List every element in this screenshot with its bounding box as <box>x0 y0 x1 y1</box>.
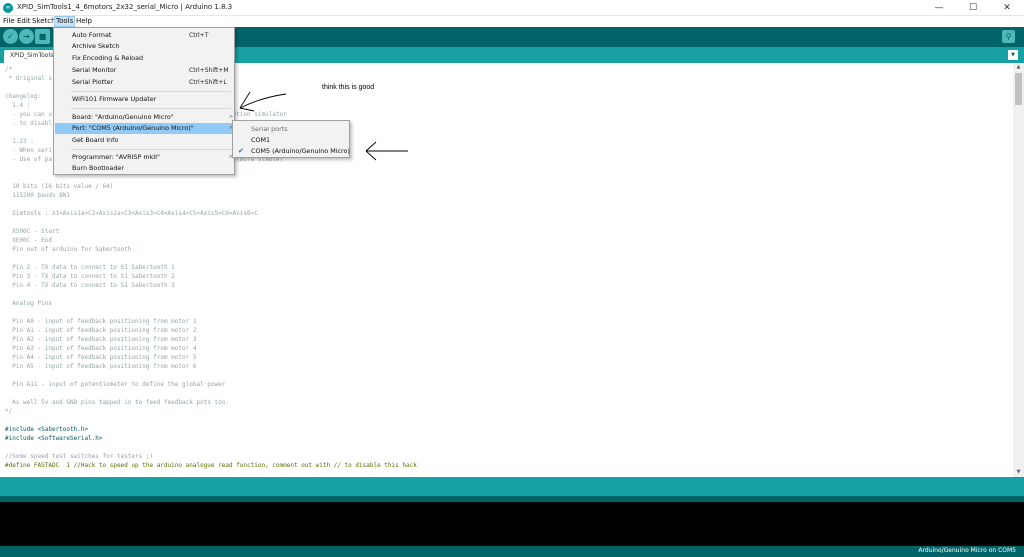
shortcut: Ctrl+Shift+L <box>189 79 227 86</box>
code-line: Pin 4 - TX data to connect to S1 Saberto… <box>5 282 175 289</box>
code-line: changelog: <box>5 93 42 100</box>
editor-console-divider[interactable] <box>0 477 1024 496</box>
menu-separator <box>71 149 231 150</box>
code-line: 10 bits (16 bits value / 64) <box>5 183 114 190</box>
menu-item-programmer[interactable]: Programmer: "AVRISP mkII"> <box>55 152 233 163</box>
code-line: Pin A11 - input of potentiometer to defi… <box>5 381 226 388</box>
code-line: As well 5v and GND pins tapped in to fee… <box>5 399 229 406</box>
code-line: Pin A5 - input of feedback positioning f… <box>5 363 197 370</box>
menu-item-archive-sketch[interactable]: Archive Sketch <box>55 41 233 52</box>
checkmark-icon: ✔ <box>238 147 244 155</box>
code-line: XE00C - End <box>5 237 52 244</box>
tab-sketch[interactable]: XPID_SimTools1 <box>4 50 56 63</box>
minimize-button[interactable]: — <box>922 0 956 16</box>
code-line: Pin A1 - input of feedback positioning f… <box>5 327 197 334</box>
menu-item-fix-encoding[interactable]: Fix Encoding & Reload <box>55 53 233 64</box>
menu-sketch[interactable]: Sketch <box>31 16 57 27</box>
status-bar: Arduino/Genuino Micro on COM5 <box>0 546 1024 557</box>
vertical-scrollbar[interactable]: ▲ ▼ <box>1013 63 1024 477</box>
code-line: - to disabl <box>5 120 52 127</box>
code-line: 1.23 : <box>5 138 34 145</box>
code-line: Simtools : X1<Axis1a>C2<Axis2a>C3<Axis3>… <box>5 210 258 217</box>
code-line: //Some speed test switches for testers ;… <box>5 453 154 460</box>
code-line: Pin 2 - TX data to connect to S1 Saberto… <box>5 264 175 271</box>
scroll-down-icon[interactable]: ▼ <box>1013 468 1024 477</box>
code-line: 1.4 : <box>5 102 31 109</box>
code-line: /* <box>5 66 13 73</box>
menu-item-port[interactable]: Port: "COM5 (Arduino/Genuino Micro)"> <box>55 123 233 134</box>
arduino-logo-icon: ∞ <box>3 3 13 13</box>
menu-item-wifi101-updater[interactable]: WiFi101 Firmware Updater <box>55 94 233 105</box>
code-line: - When seri <box>5 147 52 154</box>
scroll-up-icon[interactable]: ▲ <box>1013 63 1024 72</box>
serial-monitor-button[interactable]: ⚲ <box>1002 30 1015 43</box>
tab-menu-button[interactable]: ▼ <box>1008 50 1018 60</box>
shortcut: Ctrl+Shift+M <box>189 67 229 74</box>
serial-ports-header: Serial ports <box>251 125 288 133</box>
board-status: Arduino/Genuino Micro on COM5 <box>918 547 1016 554</box>
code-line: #include <Sabertooth.h> <box>5 426 89 433</box>
window-title: XPID_SimTools1_4_6motors_2x32_serial_Mic… <box>17 3 233 11</box>
menu-item-burn-bootloader[interactable]: Burn Bootloader <box>55 163 233 174</box>
code-line: Pin A0 - input of feedback positioning f… <box>5 318 197 325</box>
title-bar: ∞ XPID_SimTools1_4_6motors_2x32_serial_M… <box>0 0 1024 16</box>
code-line: X500C - Start <box>5 228 60 235</box>
code-line: */ <box>5 408 13 415</box>
code-line: Pin A4 - input of feedback positioning f… <box>5 354 197 361</box>
menu-bar: File Edit Sketch Tools Help <box>0 16 1024 27</box>
hand-drawn-arrow-icon <box>239 91 287 112</box>
code-line: Analog Pins <box>5 300 52 307</box>
code-line: * Original s <box>5 75 52 82</box>
menu-item-auto-format[interactable]: Auto Format Ctrl+T <box>55 30 233 41</box>
menu-separator <box>71 108 231 109</box>
code-line: Pin A2 - input of feedback positioning f… <box>5 336 197 343</box>
menu-item-serial-monitor[interactable]: Serial Monitor Ctrl+Shift+M <box>55 65 233 76</box>
menu-item-serial-plotter[interactable]: Serial Plotter Ctrl+Shift+L <box>55 77 233 88</box>
maximize-button[interactable]: ☐ <box>956 0 990 16</box>
hand-drawn-arrow-icon <box>365 141 408 161</box>
code-line: #include <SoftwareSerial.h> <box>5 435 103 442</box>
scrollbar-thumb[interactable] <box>1015 73 1022 105</box>
console-output[interactable] <box>0 502 1024 546</box>
code-line: Pin out of arduino for Sabertooth <box>5 246 132 253</box>
shortcut: Ctrl+T <box>189 32 209 39</box>
verify-button[interactable]: ✓ <box>3 29 18 44</box>
tools-menu: Auto Format Ctrl+T Archive Sketch Fix Enc… <box>53 27 235 175</box>
menu-file[interactable]: File <box>2 16 16 27</box>
annotation-note: think this is good <box>322 84 375 91</box>
port-submenu: Serial ports COM1 ✔ COM5 (Arduino/Genuin… <box>232 120 350 158</box>
menu-item-board[interactable]: Board: "Arduino/Genuino Micro" > <box>55 112 233 123</box>
close-button[interactable]: ✕ <box>990 0 1024 16</box>
code-line: Pin 3 - TX data to connect to S1 Saberto… <box>5 273 175 280</box>
port-item-com5[interactable]: ✔ COM5 (Arduino/Genuino Micro) <box>234 146 350 157</box>
menu-separator <box>71 91 231 92</box>
menu-tools[interactable]: Tools <box>54 16 76 27</box>
new-sketch-button[interactable]: ■ <box>35 29 50 44</box>
menu-item-get-board-info[interactable]: Get Board Info <box>55 135 233 146</box>
menu-edit[interactable]: Edit <box>16 16 32 27</box>
code-line: Pin A3 - input of feedback positioning f… <box>5 345 197 352</box>
upload-button[interactable]: → <box>19 29 34 44</box>
menu-help[interactable]: Help <box>75 16 93 27</box>
code-line: 115200 bauds 8N1 <box>5 192 71 199</box>
port-item-com1[interactable]: COM1 <box>234 135 348 146</box>
code-line: #define FASTADC 1 //Hack to speed up the… <box>5 462 417 469</box>
